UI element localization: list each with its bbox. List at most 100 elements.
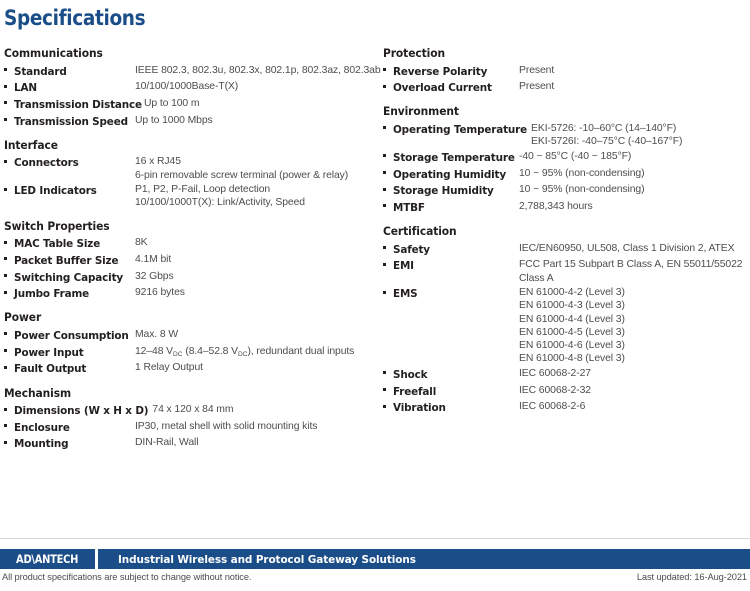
spec-value: 74 x 120 x 84 mm	[152, 403, 370, 416]
spec-label: Jumbo Frame	[14, 288, 90, 301]
bullet-icon	[4, 183, 14, 191]
spec-row: EMS EN 61000-4-2 (Level 3) EN 61000-4-3 (L…	[383, 286, 749, 365]
spec-value-line: Up to 100 m	[143, 97, 200, 109]
spec-row: LAN 10/100/1000Base-T(X)	[4, 80, 370, 95]
spec-value: 10 ~ 95% (non-condensing)	[519, 183, 749, 196]
spec-value-line: Present	[519, 81, 555, 93]
spec-row: Reverse Polarity Present	[383, 64, 749, 79]
spec-label-cell: Transmission Distance	[14, 97, 144, 112]
bullet-icon	[4, 155, 14, 163]
spec-label: Connectors	[14, 157, 79, 170]
spec-label-cell: Overload Current	[393, 80, 519, 95]
bullet-icon	[4, 286, 14, 294]
spec-value-line: 9216 bytes	[135, 287, 185, 299]
spec-row: MAC Table Size 8K	[4, 236, 370, 251]
spec-row: Mounting DIN-Rail, Wall	[4, 436, 370, 451]
bullet-icon	[383, 183, 393, 191]
spec-label-cell: MAC Table Size	[14, 236, 135, 251]
spec-label-cell: Switching Capacity	[14, 270, 135, 285]
bullet-icon	[383, 384, 393, 392]
spec-value-line: 16 x RJ45	[135, 156, 181, 168]
spec-section: Switch Properties MAC Table Size 8K Packet …	[4, 219, 370, 302]
specifications-left-column: Communications Standard IEEE 802.3, 802.3u…	[4, 46, 381, 461]
spec-section: Environment Operating Temperature EKI-5726…	[383, 104, 749, 215]
spec-value-line: IEC/EN60950, UL508, Class 1 Division 2, …	[519, 242, 735, 254]
advantech-logo-text: AD\ANTECH	[16, 552, 79, 566]
spec-value: Max. 8 W	[135, 328, 370, 341]
spec-value-line: EN 61000-4-5 (Level 3)	[519, 326, 625, 338]
spec-label: Storage Temperature	[393, 151, 515, 164]
spec-label-cell: MTBF	[393, 200, 519, 215]
spec-value-line: EKI-5726: -10–60°C (14–140°F)	[531, 122, 677, 134]
spec-value-line: DIN-Rail, Wall	[135, 437, 199, 449]
bullet-icon	[4, 420, 14, 428]
spec-label: Fault Output	[14, 363, 87, 376]
spec-label: Transmission Speed	[14, 115, 128, 128]
footer-last-updated: Last updated: 16-Aug-2021	[636, 572, 747, 582]
spec-section: Interface Connectors 16 x RJ45 6-pin remova…	[4, 138, 370, 210]
spec-value: IEC 60068-2-27	[519, 367, 749, 380]
bullet-icon	[4, 328, 14, 336]
spec-value-line: 32 Gbps	[135, 270, 174, 282]
spec-label-cell: Shock	[393, 367, 519, 382]
bullet-icon	[4, 403, 14, 411]
bullet-icon	[383, 400, 393, 408]
spec-value: IP30, metal shell with solid mounting ki…	[135, 420, 370, 433]
spec-value: P1, P2, P-Fail, Loop detection 10/100/100…	[135, 183, 370, 209]
spec-value-line: -40 ~ 85°C (-40 ~ 185°F)	[519, 150, 632, 162]
spec-label: Transmission Distance	[14, 98, 142, 111]
bullet-icon	[4, 236, 14, 244]
bullet-icon	[383, 258, 393, 266]
bullet-icon	[383, 242, 393, 250]
spec-value: 32 Gbps	[135, 270, 370, 283]
spec-label-cell: Freefall	[393, 384, 519, 399]
spec-row: Power Input 12–48 VDC (8.4–52.8 VDC), red…	[4, 345, 370, 360]
spec-value-line: EN 61000-4-3 (Level 3)	[519, 300, 625, 312]
spec-label: Safety	[393, 243, 430, 256]
spec-value-line: IEC 60068-2-6	[519, 401, 586, 413]
section-title: Interface	[4, 137, 58, 152]
bullet-icon	[383, 80, 393, 88]
spec-value: 10/100/1000Base-T(X)	[135, 80, 370, 93]
spec-value-line: 2,788,343 hours	[519, 200, 593, 212]
spec-row: MTBF 2,788,343 hours	[383, 200, 749, 215]
spec-value-line: 10 ~ 95% (non-condensing)	[519, 184, 645, 196]
section-title: Certification	[383, 224, 457, 239]
spec-row: Overload Current Present	[383, 80, 749, 95]
specifications-right-column: Protection Reverse Polarity Present Overloa…	[383, 46, 749, 425]
spec-label: EMI	[393, 260, 414, 273]
spec-row: Packet Buffer Size 4.1M bit	[4, 253, 370, 268]
section-title: Switch Properties	[4, 218, 110, 233]
spec-value: 10 ~ 95% (non-condensing)	[519, 167, 749, 180]
spec-value-line: EN 61000-4-2 (Level 3)	[519, 287, 625, 299]
bullet-icon	[4, 97, 14, 105]
bullet-icon	[4, 270, 14, 278]
spec-label-cell: Mounting	[14, 436, 135, 451]
spec-label: Mounting	[14, 438, 69, 451]
section-title: Power	[4, 310, 42, 325]
spec-label-cell: Vibration	[393, 400, 519, 415]
spec-row: Shock IEC 60068-2-27	[383, 367, 749, 382]
spec-label-cell: Standard	[14, 64, 135, 79]
spec-section: Mechanism Dimensions (W x H x D) 74 x 120 …	[4, 386, 370, 452]
spec-section: Certification Safety IEC/EN60950, UL508, C…	[383, 224, 749, 415]
spec-section: Power Power Consumption Max. 8 W Power Inpu…	[4, 310, 370, 376]
spec-value-line: IEC 60068-2-27	[519, 367, 591, 379]
spec-value: 1 Relay Output	[135, 361, 370, 374]
bullet-icon	[4, 361, 14, 369]
spec-label-cell: Operating Humidity	[393, 167, 519, 182]
bullet-icon	[383, 367, 393, 375]
footer-disclaimer: All product specifications are subject t…	[2, 572, 252, 582]
spec-label-cell: Safety	[393, 242, 519, 257]
spec-value: 2,788,343 hours	[519, 200, 749, 213]
spec-value: 9216 bytes	[135, 286, 370, 299]
spec-value: Up to 1000 Mbps	[135, 114, 370, 127]
spec-label: Reverse Polarity	[393, 65, 488, 78]
spec-value-line: 10 ~ 95% (non-condensing)	[519, 167, 645, 179]
spec-row: Connectors 16 x RJ45 6-pin removable screw…	[4, 155, 370, 181]
spec-value-line: IEC 60068-2-32	[519, 384, 591, 396]
spec-label: Dimensions (W x H x D)	[14, 405, 149, 418]
spec-value: IEC 60068-2-6	[519, 400, 749, 413]
spec-value: IEC 60068-2-32	[519, 384, 749, 397]
spec-label: MTBF	[393, 201, 425, 214]
